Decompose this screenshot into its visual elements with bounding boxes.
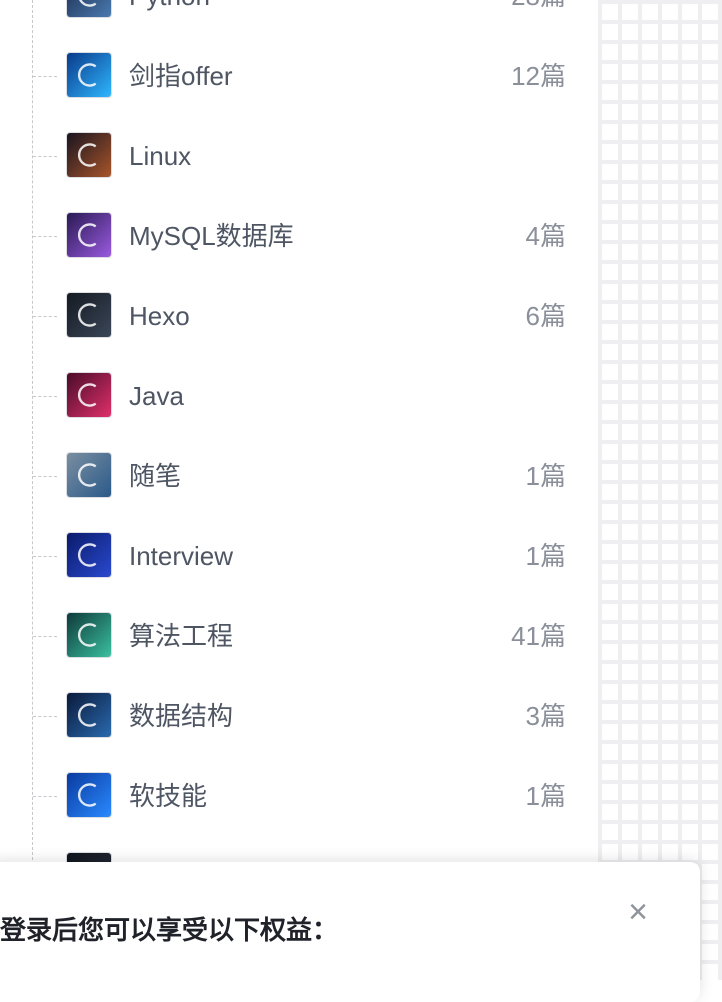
login-prompt-text: 登录后您可以享受以下权益： <box>0 915 339 945</box>
tree-branch <box>33 76 57 77</box>
category-item[interactable]: Python 28篇 <box>0 0 598 36</box>
category-name[interactable]: 剑指offer <box>129 58 233 94</box>
category-name[interactable]: Interview <box>129 538 233 574</box>
category-thumbnail-icon[interactable] <box>66 532 112 578</box>
grid-background <box>598 0 722 980</box>
category-item[interactable]: Linux <box>0 116 598 196</box>
category-item[interactable]: Interview 1篇 <box>0 516 598 596</box>
category-thumbnail-icon[interactable] <box>66 772 112 818</box>
category-thumbnail-icon[interactable] <box>66 132 112 178</box>
tree-branch <box>33 796 57 797</box>
category-item[interactable]: 软技能 1篇 <box>0 756 598 836</box>
close-icon[interactable]: × <box>618 892 658 932</box>
category-name[interactable]: 数据结构 <box>129 698 233 734</box>
category-name[interactable]: Python <box>129 0 210 14</box>
category-panel: Python 28篇剑指offer 12篇 Linux MySQL数据库 4篇 Hexo 6篇… <box>0 0 598 980</box>
category-count: 1篇 <box>525 781 566 811</box>
category-name[interactable]: Hexo <box>129 298 190 334</box>
category-count: 1篇 <box>525 541 566 571</box>
category-item[interactable]: 随笔 1篇 <box>0 436 598 516</box>
tree-branch <box>33 236 57 237</box>
category-thumbnail-icon[interactable] <box>66 612 112 658</box>
tree-branch <box>33 636 57 637</box>
category-name[interactable]: 软技能 <box>129 778 207 814</box>
category-thumbnail-icon[interactable] <box>66 52 112 98</box>
category-thumbnail-icon[interactable] <box>66 212 112 258</box>
category-item[interactable]: 剑指offer 12篇 <box>0 36 598 116</box>
category-name[interactable]: MySQL数据库 <box>129 218 294 254</box>
category-item[interactable]: Java <box>0 356 598 436</box>
category-count: 6篇 <box>525 301 566 331</box>
category-item[interactable]: 数据结构 3篇 <box>0 676 598 756</box>
tree-branch <box>33 396 57 397</box>
category-name[interactable]: Java <box>129 378 184 414</box>
category-thumbnail-icon[interactable] <box>66 372 112 418</box>
category-name[interactable]: 算法工程 <box>129 618 233 654</box>
tree-branch <box>33 716 57 717</box>
category-count: 12篇 <box>511 61 566 91</box>
category-thumbnail-icon[interactable] <box>66 0 112 18</box>
login-prompt-card: 登录后您可以享受以下权益： × <box>0 862 700 1002</box>
category-thumbnail-icon[interactable] <box>66 692 112 738</box>
category-name[interactable]: Linux <box>129 138 191 174</box>
category-count: 28篇 <box>511 0 566 14</box>
category-item[interactable]: Hexo 6篇 <box>0 276 598 356</box>
category-count: 4篇 <box>525 221 566 251</box>
tree-branch <box>33 556 57 557</box>
tree-branch <box>33 476 57 477</box>
category-count: 3篇 <box>525 701 566 731</box>
category-item[interactable]: 算法工程 41篇 <box>0 596 598 676</box>
tree-branch <box>33 156 57 157</box>
category-thumbnail-icon[interactable] <box>66 292 112 338</box>
tree-branch <box>33 316 57 317</box>
category-count: 41篇 <box>511 621 566 651</box>
category-count: 1篇 <box>525 461 566 491</box>
category-item[interactable]: MySQL数据库 4篇 <box>0 196 598 276</box>
category-thumbnail-icon[interactable] <box>66 452 112 498</box>
category-name[interactable]: 随笔 <box>129 458 181 494</box>
